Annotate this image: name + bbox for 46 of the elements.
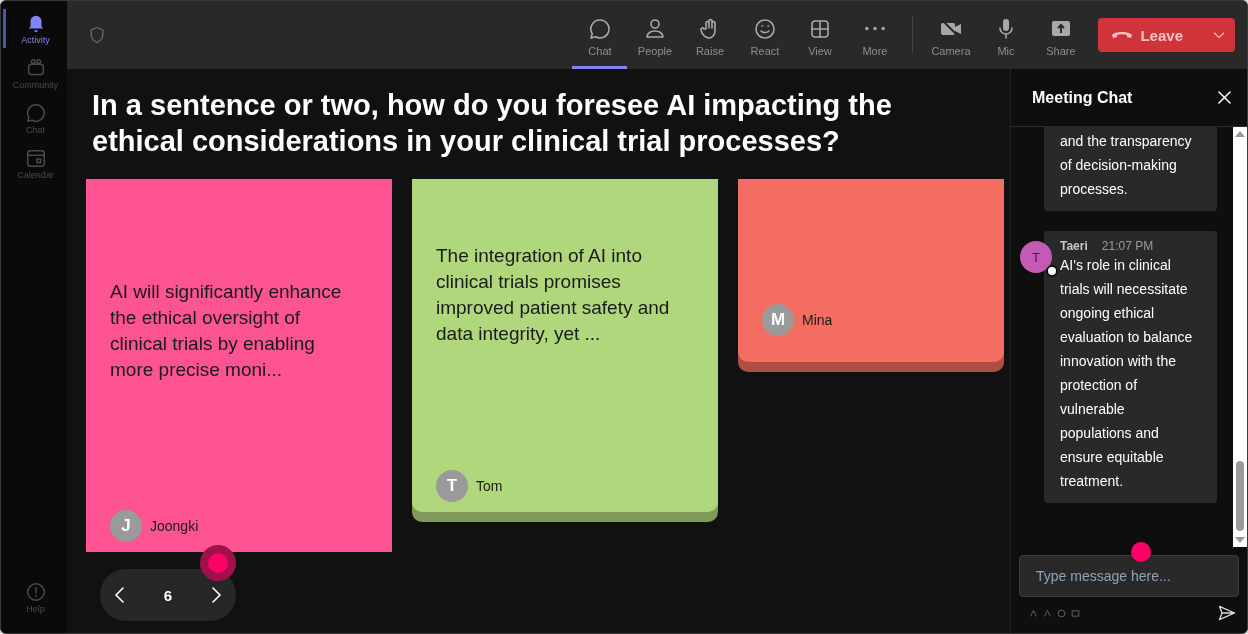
toolbar-button[interactable]: Raise: [682, 1, 738, 69]
question-title: In a sentence or two, how do you foresee AI impacting the ethical considerations in your clinical trial processes?: [92, 88, 893, 159]
page-number: 6: [163, 586, 173, 604]
author-name: Tom: [476, 478, 503, 494]
toolbar-button[interactable]: View: [792, 1, 848, 69]
message-text: and the transparency of decision-making processes.: [1060, 132, 1193, 199]
toolbar-button[interactable]: Mic: [978, 1, 1034, 69]
toolbar-button[interactable]: Camera: [923, 1, 979, 69]
chevron-right-icon: [211, 587, 222, 603]
next-button[interactable]: [211, 587, 222, 603]
author-name: Mina: [802, 312, 833, 328]
toolbar-button[interactable]: People: [627, 1, 683, 69]
message-input[interactable]: Type message here...: [1019, 555, 1239, 597]
previous-button[interactable]: [114, 587, 125, 603]
toolbar-button[interactable]: More: [847, 1, 903, 69]
help-button[interactable]: Help: [3, 578, 65, 617]
chat-bubble-icon: [587, 16, 612, 41]
sidebar-item[interactable]: Community: [3, 54, 65, 93]
close-button[interactable]: [1218, 91, 1231, 104]
help-icon: [24, 581, 47, 603]
avatar: J: [110, 510, 142, 542]
toolbar-button[interactable]: Share: [1033, 1, 1089, 69]
more-icon: [862, 24, 887, 32]
sidebar-item[interactable]: Calendar: [3, 144, 65, 183]
send-icon[interactable]: [1217, 603, 1237, 623]
chat-title: Meeting Chat: [1032, 88, 1133, 107]
card-text: The integration of AI into clinical trials promises improved patient safety and data integrity, yet ...: [436, 244, 671, 346]
avatar: T: [436, 470, 468, 502]
close-icon: [1218, 91, 1231, 104]
message-text: AI's role in clinical trials will necessitate ongoing ethical evaluation to balance innovation with the protection of vulnerable populations and ensure equitable treatment.: [1060, 256, 1193, 491]
calendar-icon: [24, 147, 47, 169]
chevron-left-icon: [114, 587, 125, 603]
message-time: 21:07 PM: [1101, 239, 1154, 253]
phone-icon: [1112, 31, 1133, 39]
chat-bubble-icon: [24, 102, 47, 124]
smiley-icon: [752, 16, 777, 41]
leave-button[interactable]: Leave: [1098, 18, 1235, 52]
touch-indicator: [200, 545, 236, 581]
sidebar-item[interactable]: Chat: [3, 99, 65, 138]
scrollbar[interactable]: [1233, 127, 1247, 547]
status-dot: [1046, 265, 1058, 277]
message-author: Taeri: [1060, 239, 1088, 253]
author-name: Joongki: [150, 518, 199, 534]
card-text: AI will significantly enhance the ethical oversight of clinical trials by enabling more precise moni...: [110, 280, 343, 382]
avatar: M: [762, 304, 794, 336]
toolbar-button[interactable]: React: [737, 1, 793, 69]
